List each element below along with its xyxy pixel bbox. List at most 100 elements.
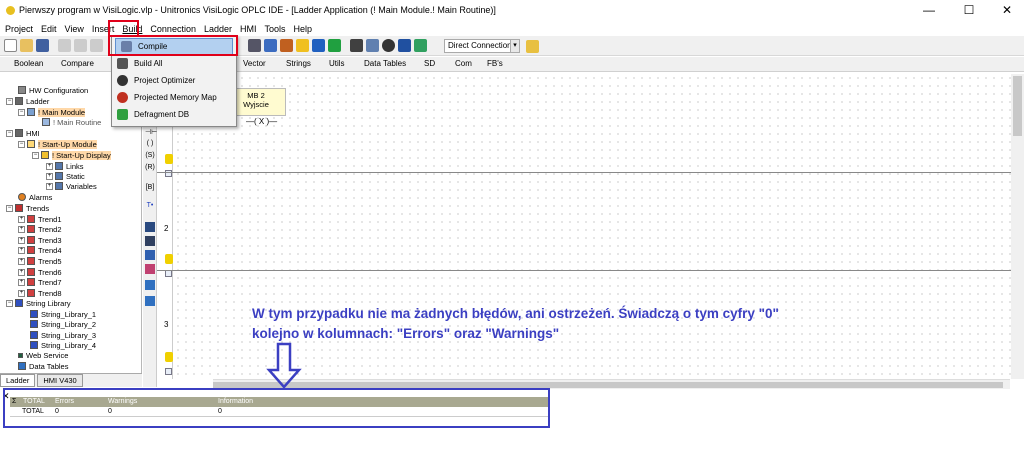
- tree-trend7[interactable]: + Trend7: [18, 277, 62, 288]
- expand-icon[interactable]: +: [46, 162, 53, 170]
- chevron-down-icon[interactable]: ▾: [510, 40, 519, 52]
- minimize-button[interactable]: —: [912, 0, 946, 20]
- menu-connection[interactable]: Connection: [150, 24, 196, 34]
- tree-trend2[interactable]: + Trend2: [18, 224, 62, 235]
- save-icon[interactable]: [36, 39, 49, 52]
- close-button[interactable]: ✕: [990, 0, 1024, 20]
- tree-web-service[interactable]: Web Service: [18, 350, 68, 361]
- tree-trend6[interactable]: + Trend6: [18, 267, 62, 278]
- tree-trends[interactable]: − Trends: [6, 203, 49, 214]
- tree-trend1[interactable]: + Trend1: [18, 214, 62, 225]
- expand-icon[interactable]: +: [46, 172, 53, 180]
- menu-projected-memory-map[interactable]: Projected Memory Map: [112, 89, 236, 106]
- new-icon[interactable]: [4, 39, 17, 52]
- copy-icon[interactable]: [74, 39, 87, 52]
- tree-main-module[interactable]: −! Main Module: [18, 107, 86, 118]
- toolbar-strings[interactable]: Strings: [286, 59, 311, 68]
- upload-icon[interactable]: [280, 39, 293, 52]
- toolbar-boolean[interactable]: Boolean: [14, 59, 43, 68]
- toolbar-sd[interactable]: SD: [424, 59, 435, 68]
- expand-icon[interactable]: +: [18, 215, 25, 223]
- maximize-button[interactable]: ☐: [952, 0, 986, 20]
- expand-icon[interactable]: +: [18, 236, 25, 244]
- clock-icon[interactable]: [328, 39, 341, 52]
- toolbar-vector[interactable]: Vector: [243, 59, 266, 68]
- paste-icon[interactable]: [90, 39, 103, 52]
- menu-project[interactable]: Project: [5, 24, 33, 34]
- tab-hmi-v430[interactable]: HMI V430: [37, 374, 83, 387]
- compare-icon[interactable]: [145, 236, 155, 246]
- tree-ladder[interactable]: − Ladder: [6, 96, 49, 107]
- tree-links[interactable]: + Links: [46, 161, 84, 172]
- tree-alarms[interactable]: Alarms: [18, 192, 52, 203]
- set-coil-icon[interactable]: (S): [145, 152, 155, 162]
- expand-icon[interactable]: +: [18, 225, 25, 233]
- rung-marker-icon[interactable]: [165, 254, 173, 264]
- vector-icon[interactable]: [145, 280, 155, 290]
- monitor-icon[interactable]: [398, 39, 411, 52]
- tree-string-library-3[interactable]: String_Library_3: [30, 330, 96, 341]
- expand-icon[interactable]: +: [18, 278, 25, 286]
- timer-icon[interactable]: T•: [145, 202, 155, 212]
- menu-build-all[interactable]: Build All: [112, 55, 236, 72]
- download-icon[interactable]: [264, 39, 277, 52]
- tree-string-library[interactable]: − String Library: [6, 298, 71, 309]
- menu-defragment-db[interactable]: Defragment DB: [112, 106, 236, 123]
- store-icon[interactable]: [145, 296, 155, 306]
- tree-string-library-2[interactable]: String_Library_2: [30, 319, 96, 330]
- expand-icon[interactable]: +: [18, 268, 25, 276]
- tree-variables[interactable]: + Variables: [46, 181, 97, 192]
- toolbar-data-tables[interactable]: Data Tables: [364, 59, 406, 68]
- tree-trend3[interactable]: + Trend3: [18, 235, 62, 246]
- communication-icon[interactable]: [526, 40, 539, 53]
- menu-tools[interactable]: Tools: [265, 24, 286, 34]
- menu-hmi[interactable]: HMI: [240, 24, 257, 34]
- expand-icon[interactable]: +: [18, 246, 25, 254]
- reset-coil-icon[interactable]: (R): [145, 164, 155, 174]
- expand-icon[interactable]: +: [46, 182, 53, 190]
- stop-icon[interactable]: [382, 39, 395, 52]
- cut-icon[interactable]: [58, 39, 71, 52]
- block-icon[interactable]: [145, 222, 155, 232]
- tree-trend4[interactable]: + Trend4: [18, 245, 62, 256]
- vertical-scrollbar[interactable]: [1011, 74, 1024, 379]
- binoculars-icon[interactable]: [350, 39, 363, 52]
- tree-trend8[interactable]: + Trend8: [18, 288, 62, 299]
- idea-icon[interactable]: [296, 39, 309, 52]
- rung-collapse-icon[interactable]: [165, 368, 172, 375]
- string-icon[interactable]: [312, 39, 325, 52]
- rung-marker-icon[interactable]: [165, 154, 173, 164]
- toolbar-com[interactable]: Com: [455, 59, 472, 68]
- rung-collapse-icon[interactable]: [165, 270, 172, 277]
- menu-view[interactable]: View: [65, 24, 84, 34]
- expand-icon[interactable]: +: [18, 257, 25, 265]
- coil-icon[interactable]: ( ): [145, 140, 155, 150]
- toolbar-fbs[interactable]: FB's: [487, 59, 503, 68]
- tree-trend5[interactable]: + Trend5: [18, 256, 62, 267]
- collapse-icon[interactable]: −: [6, 204, 13, 212]
- math-icon[interactable]: [145, 250, 155, 260]
- grid-icon[interactable]: [248, 39, 261, 52]
- menu-help[interactable]: Help: [294, 24, 313, 34]
- menu-edit[interactable]: Edit: [41, 24, 57, 34]
- vertical-scroll-thumb[interactable]: [1013, 76, 1022, 136]
- tree-string-library-4[interactable]: String_Library_4: [30, 340, 96, 351]
- settings-icon[interactable]: [366, 39, 379, 52]
- tree-hw-configuration[interactable]: HW Configuration: [18, 85, 88, 96]
- tree-static[interactable]: + Static: [46, 171, 85, 182]
- tree-startup-module[interactable]: −! Start-Up Module: [18, 139, 97, 150]
- expand-icon[interactable]: +: [18, 289, 25, 297]
- open-icon[interactable]: [20, 39, 33, 52]
- collapse-icon[interactable]: −: [18, 140, 25, 148]
- rise-icon[interactable]: [B]: [145, 184, 155, 194]
- toolbar-compare[interactable]: Compare: [61, 59, 94, 68]
- tree-hmi[interactable]: − HMI: [6, 128, 40, 139]
- menu-project-optimizer[interactable]: Project Optimizer: [112, 72, 236, 89]
- connection-select[interactable]: Direct Connection ▾: [444, 39, 520, 53]
- toolbar-utils[interactable]: Utils: [329, 59, 345, 68]
- tree-startup-display[interactable]: −! Start-Up Display: [32, 150, 111, 161]
- tree-main-routine[interactable]: ! Main Routine: [42, 117, 101, 128]
- collapse-icon[interactable]: −: [18, 108, 25, 116]
- tab-ladder[interactable]: Ladder: [0, 374, 36, 387]
- tree-data-tables[interactable]: Data Tables: [18, 361, 68, 372]
